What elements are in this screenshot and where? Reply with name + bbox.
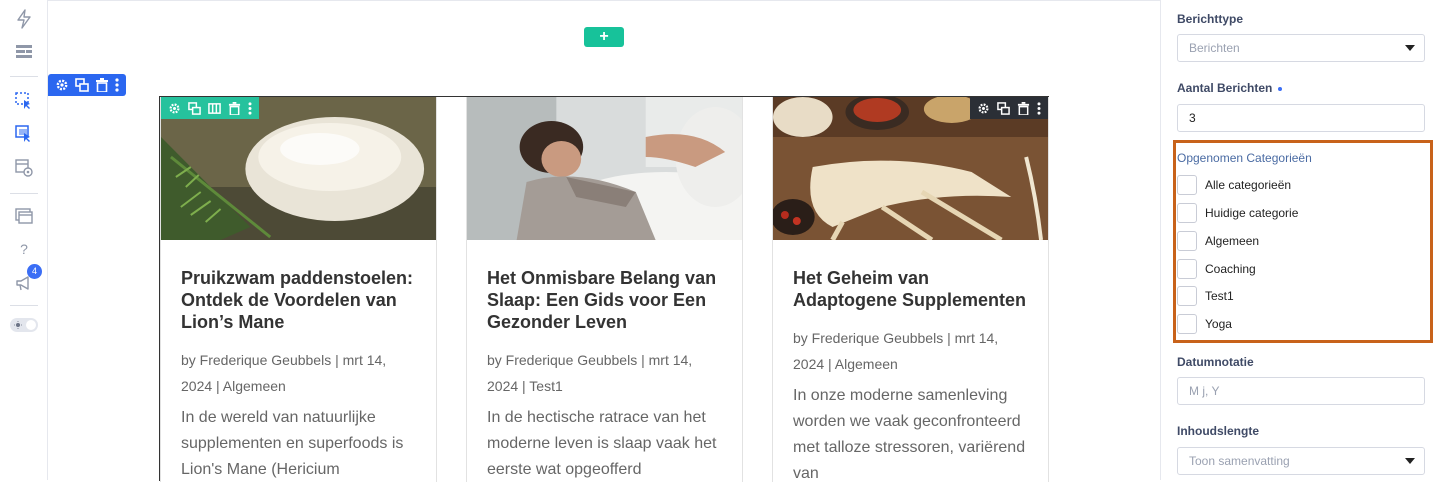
layout-list-icon[interactable] — [13, 41, 35, 63]
sun-icon — [14, 321, 22, 329]
post-type-label: Berichttype — [1177, 12, 1244, 26]
module-toolbar — [48, 74, 126, 96]
chevron-down-icon — [1405, 458, 1415, 464]
trash-icon[interactable] — [228, 101, 241, 115]
left-toolbar: ? 4 — [0, 0, 48, 480]
required-dot — [1278, 86, 1283, 91]
category-option[interactable]: Algemeen — [1177, 231, 1259, 251]
post-meta: by Frederique Geubbels | mrt 14, 2024 | … — [793, 330, 999, 372]
gear-icon[interactable] — [168, 102, 181, 115]
select-module-icon[interactable] — [13, 90, 35, 112]
post-excerpt: In de wereld van natuurlijke supplemente… — [181, 409, 404, 478]
trash-icon[interactable] — [1017, 101, 1030, 115]
categories-label: Opgenomen Categorieën — [1177, 151, 1312, 165]
builder-canvas: + Pruikzwam paddenstoelen: Ontdek de Voo… — [48, 0, 1160, 482]
notification-badge: 4 — [27, 264, 42, 279]
post-meta: by Frederique Geubbels | mrt 14, 2024 | … — [181, 352, 387, 394]
preview-icon[interactable] — [13, 157, 35, 179]
columns-icon[interactable] — [208, 102, 221, 115]
more-icon[interactable] — [1037, 101, 1041, 115]
blog-module[interactable]: Pruikzwam paddenstoelen: Ontdek de Voord… — [159, 96, 1049, 482]
category-option[interactable]: Coaching — [1177, 259, 1256, 279]
trash-icon[interactable] — [95, 78, 109, 92]
select-multiple-icon[interactable] — [13, 123, 35, 145]
post-excerpt: In de hectische ratrace van het moderne … — [487, 409, 717, 478]
more-icon[interactable] — [115, 78, 119, 92]
date-format-label: Datumnotatie — [1177, 355, 1254, 369]
blog-card[interactable]: Het Onmisbare Belang van Slaap: Een Gids… — [466, 97, 743, 482]
checkbox[interactable] — [1177, 231, 1197, 251]
theme-toggle[interactable] — [10, 318, 38, 332]
post-title[interactable]: Het Onmisbare Belang van Slaap: Een Gids… — [487, 267, 722, 333]
checkbox[interactable] — [1177, 203, 1197, 223]
duplicate-icon[interactable] — [75, 78, 89, 92]
gear-icon[interactable] — [55, 78, 69, 92]
post-type-select[interactable]: Berichten — [1177, 34, 1425, 62]
post-title[interactable]: Pruikzwam paddenstoelen: Ontdek de Voord… — [181, 267, 416, 333]
category-option[interactable]: Yoga — [1177, 314, 1232, 334]
lightning-icon[interactable] — [13, 8, 35, 30]
category-option[interactable]: Alle categorieën — [1177, 175, 1291, 195]
add-section-button[interactable]: + — [584, 27, 624, 47]
post-meta: by Frederique Geubbels | mrt 14, 2024 | … — [487, 352, 693, 394]
checkbox[interactable] — [1177, 286, 1197, 306]
checkbox[interactable] — [1177, 175, 1197, 195]
chevron-down-icon — [1405, 45, 1415, 51]
content-length-label: Inhoudslengte — [1177, 424, 1259, 438]
gear-icon[interactable] — [977, 102, 990, 115]
column-toolbar — [161, 97, 259, 119]
more-icon[interactable] — [248, 101, 252, 115]
post-title[interactable]: Het Geheim van Adaptogene Supplementen — [793, 267, 1028, 311]
checkbox[interactable] — [1177, 314, 1197, 334]
post-excerpt: In onze moderne samenleving worden we va… — [793, 387, 1026, 482]
blog-card[interactable]: Pruikzwam paddenstoelen: Ontdek de Voord… — [160, 97, 437, 482]
settings-panel: Berichttype Berichten Aantal Berichten 3… — [1160, 0, 1440, 480]
post-type-value: Berichten — [1189, 41, 1240, 55]
checkbox[interactable] — [1177, 259, 1197, 279]
category-option[interactable]: Huidige categorie — [1177, 203, 1298, 223]
post-count-input[interactable]: 3 — [1177, 104, 1425, 132]
duplicate-icon[interactable] — [188, 101, 202, 115]
duplicate-icon[interactable] — [997, 101, 1010, 115]
post-image[interactable] — [467, 97, 742, 240]
content-length-value: Toon samenvatting — [1189, 454, 1290, 468]
content-length-select[interactable]: Toon samenvatting — [1177, 447, 1425, 475]
row-toolbar — [970, 97, 1048, 119]
post-count-label: Aantal Berichten — [1177, 81, 1283, 95]
category-option[interactable]: Test1 — [1177, 286, 1234, 306]
blog-card[interactable]: Het Geheim van Adaptogene Supplementen b… — [772, 97, 1049, 482]
date-format-input[interactable]: M j, Y — [1177, 377, 1425, 405]
layers-icon[interactable] — [13, 205, 35, 227]
help-icon[interactable]: ? — [13, 238, 35, 260]
